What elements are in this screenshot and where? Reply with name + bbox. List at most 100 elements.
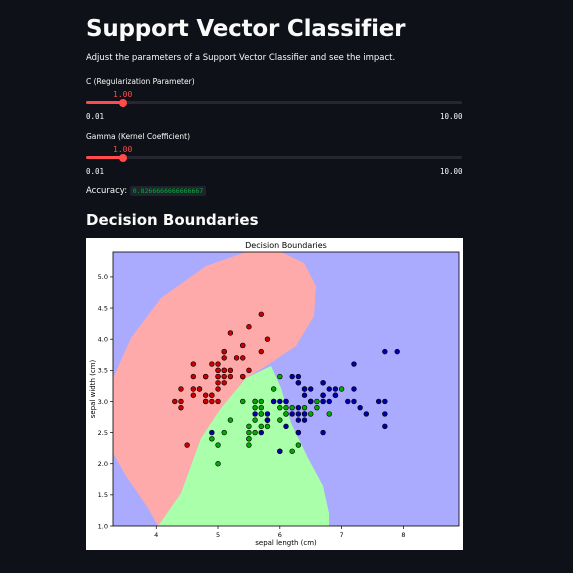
data-point-setosa: [227, 330, 234, 336]
data-point-versicolor: [246, 436, 252, 442]
data-point-virginica: [351, 361, 357, 367]
data-point-versicolor: [227, 417, 234, 423]
c-slider-label: C (Regularization Parameter): [86, 77, 195, 86]
data-point-setosa: [246, 324, 252, 330]
data-point-setosa: [190, 392, 197, 398]
data-point-versicolor: [338, 386, 345, 392]
data-point-versicolor: [258, 404, 264, 411]
data-point-virginica: [264, 411, 271, 417]
data-point-setosa: [209, 392, 215, 398]
data-point-setosa: [215, 373, 221, 380]
data-point-versicolor: [252, 398, 258, 405]
data-point-setosa: [240, 355, 246, 361]
data-point-versicolor: [252, 417, 258, 423]
accuracy-value: 0.8266666666666667: [129, 186, 207, 196]
data-point-virginica: [295, 429, 302, 436]
data-point-versicolor: [258, 423, 264, 430]
section-heading: Decision Boundaries: [86, 211, 259, 229]
data-point-setosa: [221, 348, 227, 355]
data-point-virginica: [277, 398, 283, 405]
data-point-virginica: [283, 398, 289, 405]
gamma-slider-max: 10.00: [440, 167, 463, 176]
y-tick-label: 3.5: [98, 367, 108, 375]
data-point-versicolor: [270, 386, 277, 392]
data-point-setosa: [215, 380, 221, 386]
gamma-slider-label: Gamma (Kernel Coefficient): [86, 132, 191, 141]
y-tick-label: 4.5: [98, 304, 108, 312]
data-point-virginica: [363, 411, 370, 417]
data-point-versicolor: [283, 411, 289, 417]
gamma-slider-thumb[interactable]: [119, 153, 127, 162]
data-point-versicolor: [295, 442, 302, 448]
data-point-versicolor: [326, 411, 332, 417]
data-point-virginica: [308, 398, 314, 405]
data-point-virginica: [394, 348, 400, 355]
x-tick-label: 5: [216, 531, 220, 539]
gamma-slider-fill: [86, 156, 123, 159]
data-point-versicolor: [289, 448, 295, 454]
gamma-slider[interactable]: [86, 153, 462, 162]
data-point-versicolor: [209, 436, 215, 442]
c-slider-fill: [86, 101, 123, 104]
data-point-virginica: [351, 386, 357, 392]
data-point-virginica: [295, 417, 302, 423]
y-tick-label: 2.5: [98, 429, 108, 437]
data-point-virginica: [258, 429, 264, 436]
data-point-virginica: [326, 398, 332, 405]
data-point-virginica: [289, 411, 295, 417]
data-point-setosa: [202, 373, 209, 380]
data-point-virginica: [295, 404, 302, 411]
data-point-setosa: [209, 361, 215, 367]
data-point-versicolor: [221, 429, 227, 436]
data-point-setosa: [215, 361, 221, 367]
data-point-virginica: [382, 348, 388, 355]
data-point-setosa: [178, 398, 184, 405]
data-point-virginica: [382, 423, 388, 430]
data-point-setosa: [221, 355, 227, 361]
data-point-virginica: [301, 386, 308, 392]
data-point-setosa: [221, 380, 227, 386]
data-point-setosa: [190, 361, 197, 367]
data-point-virginica: [295, 411, 302, 417]
data-point-versicolor: [301, 404, 308, 411]
data-point-versicolor: [264, 423, 271, 430]
data-point-virginica: [357, 404, 363, 411]
decision-boundary-plot: Decision Boundaries 4 5 6 7 8 1.0 1.5 2.0 2.5 3.0…: [86, 238, 463, 550]
data-point-setosa: [264, 336, 271, 342]
c-slider[interactable]: [86, 98, 462, 107]
data-point-versicolor: [258, 398, 264, 405]
data-point-versicolor: [314, 398, 320, 405]
y-tick-label: 1.5: [98, 491, 108, 499]
data-point-virginica: [320, 380, 326, 386]
data-point-setosa: [258, 311, 264, 317]
data-point-versicolor: [246, 442, 252, 448]
x-tick-label: 6: [278, 531, 282, 539]
app-title: Support Vector Classifier: [86, 16, 406, 42]
data-point-setosa: [240, 342, 246, 349]
data-point-virginica: [320, 429, 326, 436]
data-point-versicolor: [240, 398, 246, 405]
data-point-virginica: [270, 398, 277, 405]
data-point-virginica: [252, 411, 258, 417]
y-tick-label: 1.0: [98, 522, 108, 530]
data-point-virginica: [345, 398, 351, 405]
data-point-setosa: [178, 404, 184, 411]
data-point-virginica: [289, 373, 295, 380]
x-tick-label: 4: [154, 531, 158, 539]
c-slider-value: 1.00: [113, 90, 133, 99]
c-slider-thumb[interactable]: [119, 98, 127, 107]
data-point-virginica: [295, 373, 302, 380]
data-point-setosa: [233, 355, 240, 361]
data-point-virginica: [295, 380, 302, 386]
data-point-virginica: [332, 386, 339, 392]
data-point-setosa: [227, 373, 234, 380]
y-tick-label: 5.0: [98, 273, 108, 281]
data-point-setosa: [190, 373, 197, 380]
data-point-setosa: [178, 386, 184, 392]
data-point-virginica: [308, 386, 314, 392]
data-point-versicolor: [252, 429, 258, 436]
data-point-virginica: [320, 392, 326, 398]
data-point-versicolor: [283, 404, 289, 411]
accuracy-row: Accuracy: 0.8266666666666667: [86, 186, 207, 196]
data-point-setosa: [215, 398, 221, 405]
